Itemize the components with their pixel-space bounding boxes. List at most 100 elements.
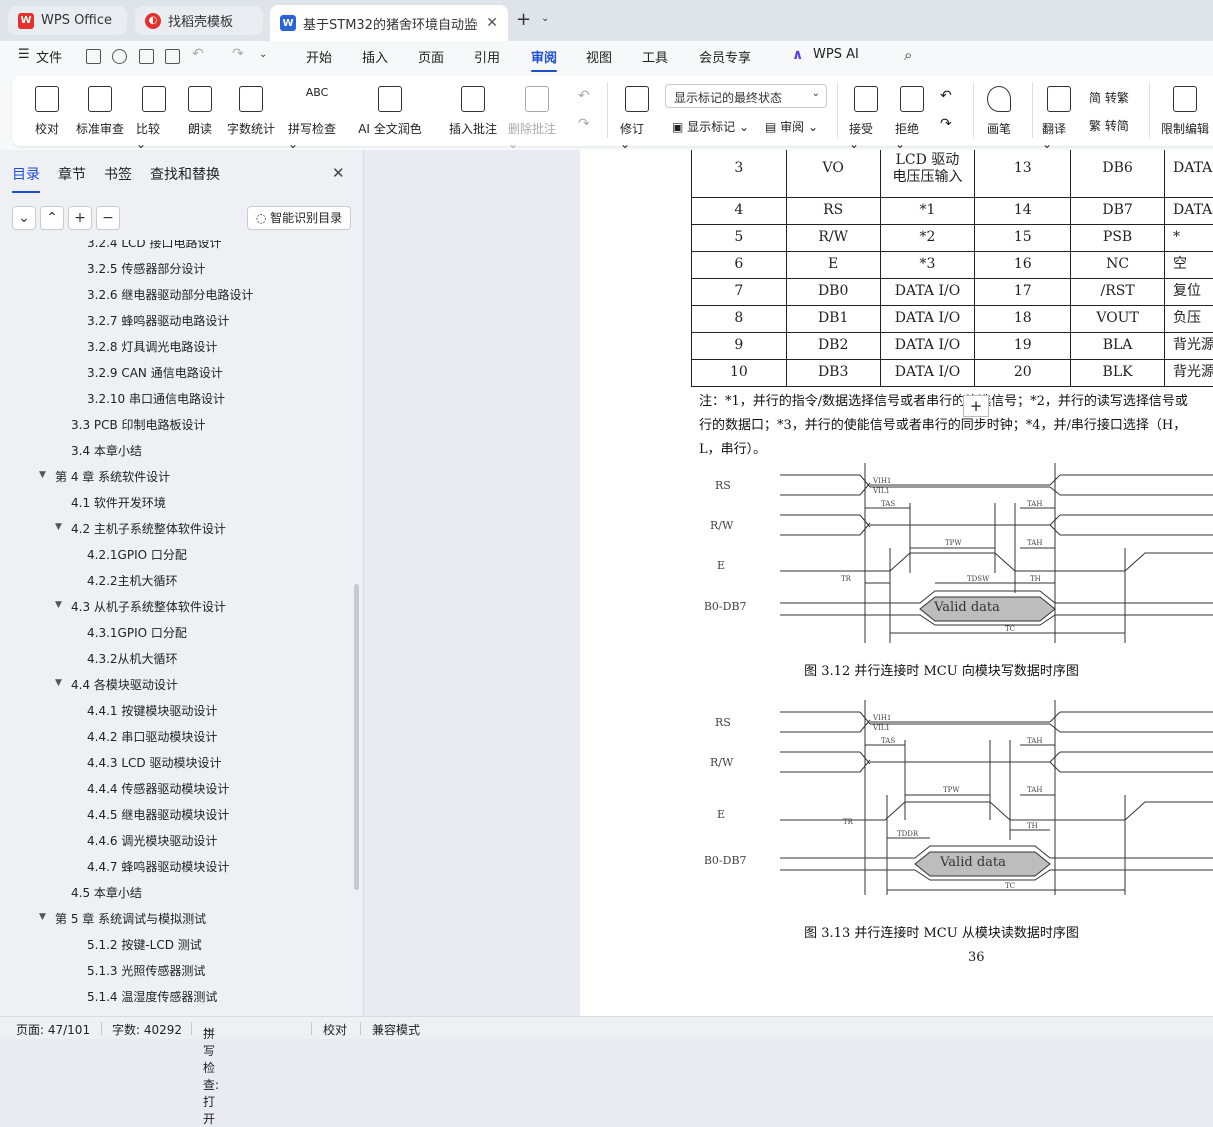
save-icon[interactable] [86, 49, 101, 64]
add-heading-icon[interactable]: + [68, 206, 92, 230]
reject-button[interactable]: 拒绝 ⌄ [895, 72, 929, 151]
table-cell[interactable]: BLA [1071, 333, 1165, 360]
table-cell[interactable]: DB3 [786, 360, 880, 387]
ai-polish-button[interactable]: AI 全文润色 [357, 72, 423, 137]
menu-page[interactable]: 页面 [418, 47, 444, 66]
file-menu[interactable]: 文件 [36, 47, 62, 66]
page-indicator[interactable]: 页面: 47/101 [16, 1021, 90, 1038]
table-cell[interactable]: *2 [880, 225, 975, 252]
close-pane-icon[interactable]: ✕ [332, 164, 345, 182]
accept-button[interactable]: 接受 ⌄ [849, 72, 883, 151]
toc-item[interactable]: ▼第 5 章 系统调试与模拟测试 [55, 910, 206, 927]
table-cell[interactable]: DATA I/O [880, 360, 975, 387]
to-simplified-button[interactable]: 繁 转简 [1089, 117, 1129, 134]
toc-item[interactable]: 3.4 本章小结 [71, 442, 142, 459]
undo-icon[interactable]: ↶ [192, 46, 204, 62]
toc-item[interactable]: 3.2.9 CAN 通信电路设计 [87, 364, 223, 381]
table-cell[interactable]: 6 [692, 252, 787, 279]
toc-item[interactable]: 3.2.8 灯具调光电路设计 [87, 338, 217, 355]
toc-item[interactable]: 4.4.2 串口驱动模块设计 [87, 728, 217, 745]
sidebar-scrollbar[interactable] [354, 584, 359, 890]
markup-display-select[interactable]: 显示标记的最终状态⌄ [665, 84, 827, 108]
menu-wps-ai[interactable]: WPS AI [813, 47, 859, 62]
chevron-down-icon[interactable]: ⌄ [541, 13, 549, 24]
toc-item[interactable]: 4.3.1GPIO 口分配 [87, 624, 187, 641]
tab-chapters[interactable]: 章节 [58, 164, 86, 184]
table-cell[interactable]: DB0 [786, 279, 880, 306]
toc-item[interactable]: 4.3.2从机大循环 [87, 650, 178, 667]
collapse-down-icon[interactable]: ⌄ [12, 206, 36, 230]
table-cell[interactable]: VOUT [1071, 306, 1165, 333]
table-cell[interactable]: 7 [692, 279, 787, 306]
table-cell[interactable]: 复位 [1165, 279, 1213, 306]
toc-item[interactable]: 5.1.3 光照传感器测试 [87, 962, 205, 979]
tab-bookmarks[interactable]: 书签 [104, 164, 132, 184]
pen-button[interactable]: 画笔 [985, 72, 1013, 137]
monitor-icon[interactable]: ▭ [468, 17, 478, 30]
table-cell[interactable]: VO [786, 150, 880, 198]
toc-item[interactable]: 4.5 本章小结 [71, 884, 142, 901]
toc-item[interactable]: 4.2.2主机大循环 [87, 572, 178, 589]
table-cell[interactable]: DB2 [786, 333, 880, 360]
table-cell[interactable]: DATA I/O [880, 306, 975, 333]
expand-triangle-icon[interactable]: ▼ [39, 470, 46, 480]
toc-item[interactable]: ▼4.4 各模块驱动设计 [71, 676, 178, 693]
table-cell[interactable]: 背光源 [1165, 360, 1213, 387]
toc-item[interactable]: 3.2.5 传感器部分设计 [87, 260, 205, 277]
toc-item[interactable]: 4.4.5 继电器驱动模块设计 [87, 806, 229, 823]
track-changes-button[interactable]: 修订 ⌄ [620, 72, 654, 151]
prev-comment-icon[interactable]: ↶ [578, 88, 590, 104]
prev-change-icon[interactable]: ↶ [940, 88, 952, 104]
to-traditional-button[interactable]: 简 转繁 [1089, 89, 1129, 106]
read-aloud-button[interactable]: 朗读 [187, 72, 213, 137]
table-cell[interactable]: 9 [692, 333, 787, 360]
toc-item[interactable]: 4.4.3 LCD 驱动模块设计 [87, 754, 221, 771]
translate-button[interactable]: 翻译 ⌄ [1042, 72, 1076, 151]
standard-review-button[interactable]: 标准审查 [76, 72, 124, 137]
toc-item[interactable]: 4.2.1GPIO 口分配 [87, 546, 187, 563]
next-comment-icon[interactable]: ↷ [578, 116, 590, 132]
tab-toc[interactable]: 目录 [12, 164, 40, 184]
word-count-button[interactable]: 字数统计 [227, 72, 275, 137]
table-cell[interactable]: 3 [692, 150, 787, 198]
toc-item[interactable]: 5.1.2 按键-LCD 测试 [87, 936, 202, 953]
table-cell[interactable]: DATA [1165, 198, 1213, 225]
table-cell[interactable]: 背光源 [1165, 333, 1213, 360]
table-cell[interactable]: DB1 [786, 306, 880, 333]
review-pane-button[interactable]: ▤ 审阅 ⌄ [765, 118, 818, 135]
toc-item[interactable]: 4.4.6 调光模块驱动设计 [87, 832, 217, 849]
smart-toc-button[interactable]: ◌ 智能识别目录 [247, 206, 351, 230]
toc-item[interactable]: 4.1 软件开发环境 [71, 494, 166, 511]
next-change-icon[interactable]: ↷ [940, 116, 952, 132]
tab-wps-office[interactable]: W WPS Office [8, 6, 127, 35]
table-cell[interactable]: 18 [975, 306, 1071, 333]
toc-item[interactable]: 3.3 PCB 印制电路板设计 [71, 416, 206, 433]
table-cell[interactable]: 空 [1165, 252, 1213, 279]
table-cell[interactable]: 5 [692, 225, 787, 252]
expand-triangle-icon[interactable]: ▼ [55, 522, 62, 532]
table-cell[interactable]: *1 [880, 198, 975, 225]
table-cell[interactable]: NC [1071, 252, 1165, 279]
print-preview-icon[interactable] [165, 49, 180, 64]
menu-tools[interactable]: 工具 [642, 47, 668, 66]
delete-comment-button[interactable]: 删除批注 ⌄ [508, 72, 566, 151]
toc-item[interactable]: 4.4.7 蜂鸣器驱动模块设计 [87, 858, 229, 875]
insert-comment-button[interactable]: 插入批注 [449, 72, 497, 137]
word-count-indicator[interactable]: 字数: 40292 [112, 1021, 182, 1038]
pen-tool-icon[interactable] [112, 49, 127, 64]
table-cell[interactable]: 4 [692, 198, 787, 225]
print-icon[interactable] [139, 49, 154, 64]
menu-reference[interactable]: 引用 [474, 47, 500, 66]
hamburger-icon[interactable]: ☰ [18, 47, 30, 62]
spell-check-indicator[interactable]: 拼写检查: 打开 ⌄ [203, 1021, 213, 1035]
menu-review[interactable]: 审阅 [531, 47, 557, 66]
table-cell[interactable]: 20 [975, 360, 1071, 387]
toc-item[interactable]: 4.4.1 按键模块驱动设计 [87, 702, 217, 719]
redo-icon[interactable]: ↷ [232, 46, 244, 62]
table-cell[interactable]: /RST [1071, 279, 1165, 306]
table-cell[interactable]: * [1165, 225, 1213, 252]
restrict-editing-button[interactable]: 限制编辑 [1160, 72, 1210, 137]
toc-item[interactable]: ▼4.3 从机子系统整体软件设计 [71, 598, 226, 615]
toc-item[interactable]: 3.2.6 继电器驱动部分电路设计 [87, 286, 253, 303]
table-cell[interactable]: 17 [975, 279, 1071, 306]
